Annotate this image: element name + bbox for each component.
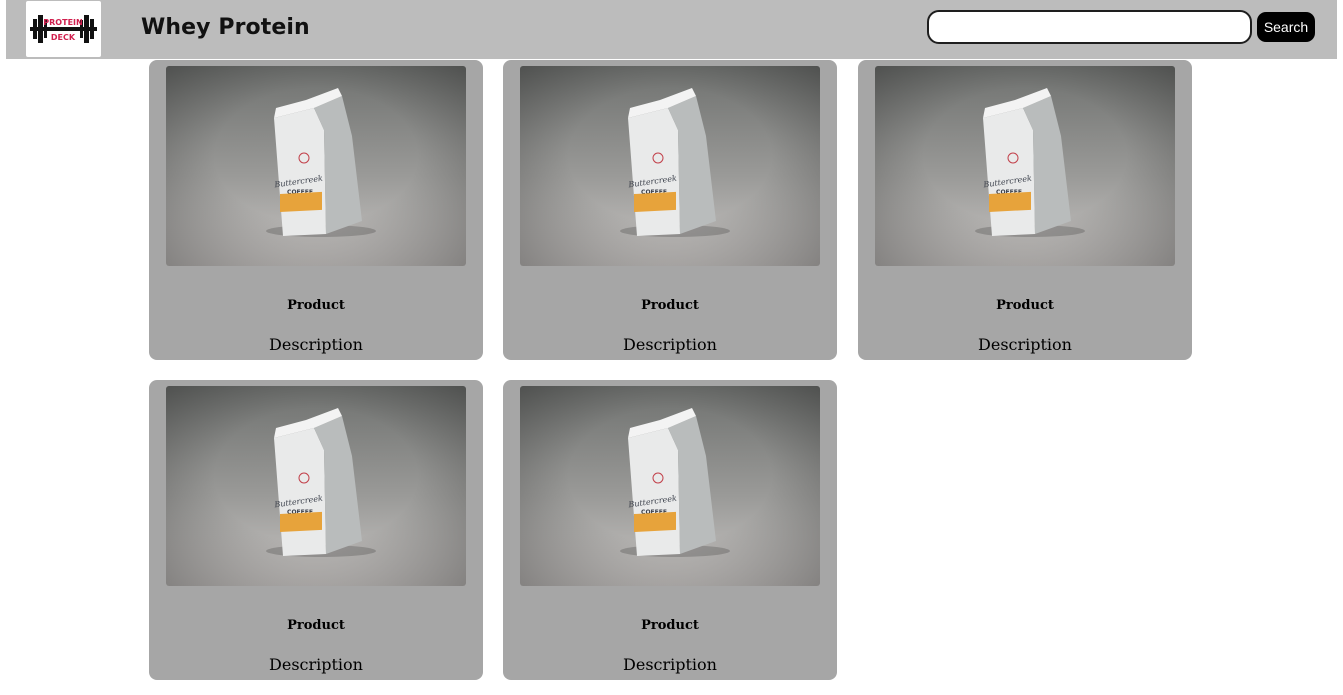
product-image[interactable]: Buttercreek COFFEE xyxy=(166,66,466,266)
product-name: Product xyxy=(641,618,699,633)
product-card[interactable]: Buttercreek COFFEE Product Description xyxy=(149,380,483,680)
product-card[interactable]: Buttercreek COFFEE Product Description xyxy=(149,60,483,360)
product-card[interactable]: Buttercreek COFFEE Product Description xyxy=(858,60,1192,360)
product-card[interactable]: Buttercreek COFFEE Product Description xyxy=(503,380,837,680)
product-name: Product xyxy=(287,618,345,633)
product-description: Description xyxy=(623,655,717,674)
product-name: Product xyxy=(287,298,345,313)
product-card[interactable]: Buttercreek COFFEE Product Description xyxy=(503,60,837,360)
product-description: Description xyxy=(269,335,363,354)
product-name: Product xyxy=(996,298,1054,313)
product-name: Product xyxy=(641,298,699,313)
product-description: Description xyxy=(623,335,717,354)
product-image[interactable]: Buttercreek COFFEE xyxy=(520,386,820,586)
product-image[interactable]: Buttercreek COFFEE xyxy=(520,66,820,266)
product-image[interactable]: Buttercreek COFFEE xyxy=(875,66,1175,266)
product-description: Description xyxy=(269,655,363,674)
product-grid: Buttercreek COFFEE Product Description Bu… xyxy=(0,0,1343,695)
product-description: Description xyxy=(978,335,1072,354)
product-image[interactable]: Buttercreek COFFEE xyxy=(166,386,466,586)
